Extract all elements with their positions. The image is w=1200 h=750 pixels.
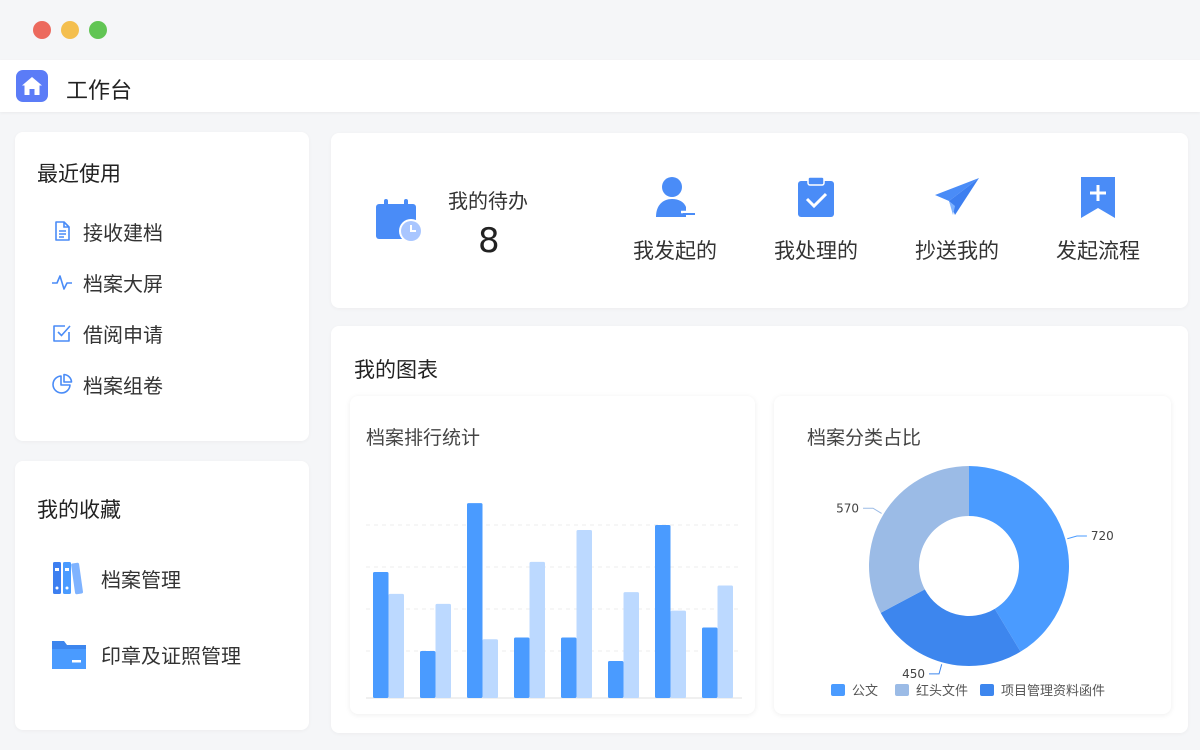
bar-series-2-3[interactable] <box>482 639 499 698</box>
minimize-window-button[interactable] <box>61 21 79 39</box>
bar-series-1-8[interactable] <box>702 627 718 698</box>
fav-item-seals[interactable]: 印章及证照管理 <box>51 634 241 674</box>
bar-series-1-3[interactable] <box>467 503 483 698</box>
bar-series-2-1[interactable] <box>388 593 405 698</box>
recent-item-label: 档案组卷 <box>83 373 163 398</box>
pie-chart: 720 450 570 公文 红头文件 项目管理资料函件 <box>831 466 1114 699</box>
legend-label: 公文 <box>852 684 878 699</box>
charts-card: 我的图表 档案排行统计 档案分类占比 720 450 570 公文 红头文件 项目管理资料… <box>331 326 1188 733</box>
checkbox-icon <box>53 325 71 342</box>
todo-label: 我的待办 <box>448 189 528 213</box>
bar-series-1-2[interactable] <box>420 650 436 698</box>
fav-item-label: 印章及证照管理 <box>101 643 241 668</box>
bar-series-2-4[interactable] <box>529 561 546 698</box>
quick-action-initiated[interactable]: 我发起的 <box>620 175 730 265</box>
pie-value-label: 720 <box>1091 529 1114 543</box>
bookmark-plus-icon <box>1081 177 1115 218</box>
legend-item[interactable]: 项目管理资料函件 <box>980 684 1105 699</box>
quick-action-cc[interactable]: 抄送我的 <box>902 175 1012 265</box>
recent-item-borrow[interactable]: 借阅申请 <box>51 320 163 347</box>
pie-slice-3[interactable] <box>869 466 969 613</box>
bar-series-2-8[interactable] <box>717 585 734 698</box>
user-send-icon <box>656 177 697 217</box>
bar-series-1-7[interactable] <box>655 524 671 698</box>
bar-series-1-4[interactable] <box>514 637 530 698</box>
document-icon <box>55 221 70 241</box>
clipboard-check-icon <box>798 176 834 217</box>
maximize-window-button[interactable] <box>89 21 107 39</box>
recent-item-assemble[interactable]: 档案组卷 <box>51 371 163 398</box>
todo-count[interactable]: 8 <box>478 221 500 261</box>
favorites-title: 我的收藏 <box>37 498 121 522</box>
pie-value-label: 450 <box>902 667 925 681</box>
quick-action-label: 我发起的 <box>633 239 717 263</box>
legend-label: 项目管理资料函件 <box>1001 684 1105 699</box>
legend-swatch <box>895 684 909 696</box>
recent-title: 最近使用 <box>37 162 121 186</box>
quick-action-start[interactable]: 发起流程 <box>1043 175 1153 265</box>
bar-series-2-5[interactable] <box>576 530 593 698</box>
pie-leader-line <box>1067 535 1087 540</box>
bar-series-2-6[interactable] <box>623 592 640 698</box>
todo-card: 我的待办 8 我发起的 我处理的 抄送我的 发起流程 <box>331 133 1188 308</box>
quick-action-handled[interactable]: 我处理的 <box>761 175 871 265</box>
charts-title: 我的图表 <box>354 358 438 382</box>
bar-series-2-2[interactable] <box>435 603 452 698</box>
recent-item-label: 借阅申请 <box>83 322 163 347</box>
bar-series-1-1[interactable] <box>373 572 389 698</box>
legend-swatch <box>831 684 845 696</box>
quick-action-label: 抄送我的 <box>915 239 999 263</box>
pulse-icon <box>52 275 72 290</box>
favorites-card: 我的收藏 档案管理 印章及证照管理 <box>15 461 309 730</box>
quick-action-label: 发起流程 <box>1056 239 1140 263</box>
quick-action-label: 我处理的 <box>774 239 858 263</box>
recent-item-receive[interactable]: 接收建档 <box>51 218 163 245</box>
recent-item-label: 档案大屏 <box>83 271 163 296</box>
paper-plane-icon <box>935 178 979 215</box>
fav-item-label: 档案管理 <box>101 567 181 592</box>
pie-value-label: 570 <box>836 501 859 515</box>
recent-card: 最近使用 接收建档 档案大屏 借阅申请 档案组卷 <box>15 132 309 441</box>
folder-icon <box>52 641 86 669</box>
bar-series-2-7[interactable] <box>670 610 687 698</box>
legend-item[interactable]: 红头文件 <box>895 683 968 699</box>
bar-series-1-5[interactable] <box>561 637 577 698</box>
fav-item-archive[interactable]: 档案管理 <box>51 558 181 598</box>
window-titlebar <box>0 0 1200 60</box>
close-window-button[interactable] <box>33 21 51 39</box>
binders-icon <box>53 562 83 595</box>
calendar-clock-icon[interactable] <box>375 199 425 245</box>
home-icon[interactable] <box>16 70 48 102</box>
legend-label: 红头文件 <box>916 683 968 699</box>
pie-chart-panel: 档案分类占比 720 450 570 公文 红头文件 项目管理资料函件 <box>774 396 1171 714</box>
app-title: 工作台 <box>66 79 133 104</box>
pie-icon <box>52 373 73 394</box>
legend-swatch <box>980 684 994 696</box>
recent-item-screen[interactable]: 档案大屏 <box>51 269 163 296</box>
legend-item[interactable]: 公文 <box>831 684 878 699</box>
pie-leader-line <box>929 664 943 675</box>
pie-leader-line <box>863 507 882 514</box>
app-header: 工作台 <box>0 60 1200 112</box>
bar-chart <box>366 503 742 699</box>
bar-series-1-6[interactable] <box>608 661 624 698</box>
recent-item-label: 接收建档 <box>83 220 163 245</box>
bar-chart-panel: 档案排行统计 <box>350 396 755 714</box>
